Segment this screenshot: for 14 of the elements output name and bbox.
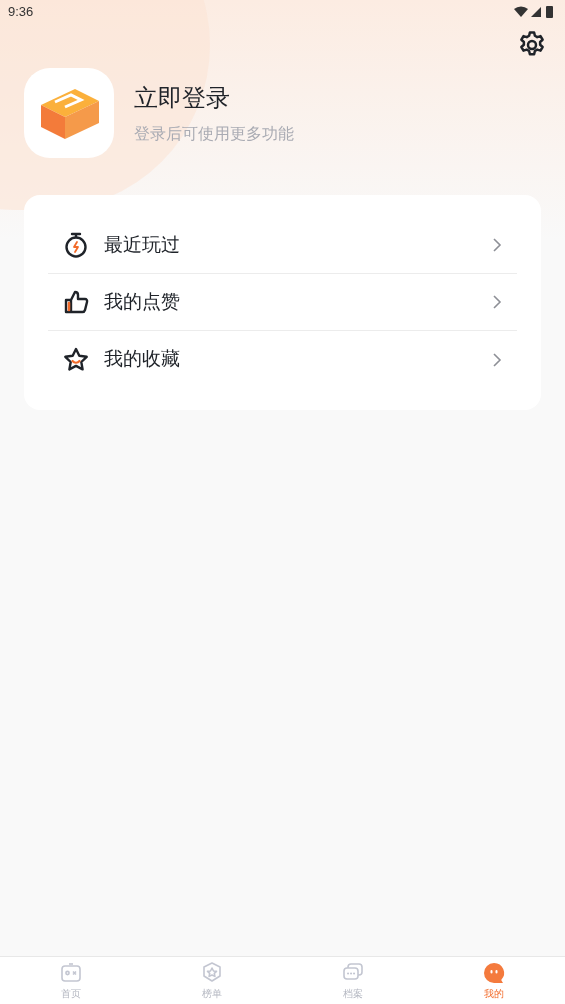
login-title[interactable]: 立即登录 xyxy=(134,80,294,116)
menu-item[interactable]: 最近玩过 xyxy=(48,217,517,274)
chevron-right-icon xyxy=(491,237,503,253)
status-time: 9:36 xyxy=(8,3,34,22)
star-icon xyxy=(62,345,90,374)
thumbs-up-icon xyxy=(62,288,90,316)
chevron-right-icon xyxy=(491,351,503,368)
login-subtitle: 登录后可使用更多功能 xyxy=(134,124,294,144)
chevron-right-icon xyxy=(491,294,503,310)
menu-item[interactable]: 我的收藏 xyxy=(48,331,517,388)
stopwatch-icon xyxy=(62,231,90,259)
menu-item[interactable]: 我的点赞 xyxy=(48,274,517,331)
chat-face-icon xyxy=(482,960,507,985)
gamepad-icon xyxy=(58,960,83,985)
